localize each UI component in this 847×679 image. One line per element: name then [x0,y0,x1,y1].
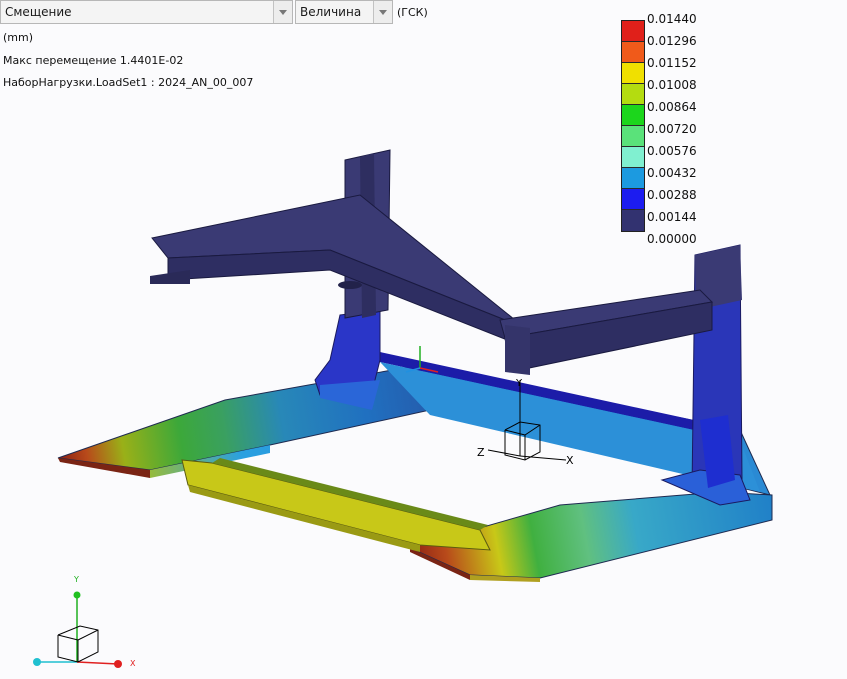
legend-swatch [622,189,644,210]
result-type-select[interactable]: Смещение [0,0,293,24]
legend-label: 0.00000 [647,232,697,246]
legend-swatch [622,84,644,105]
fea-viewport[interactable]: X Z Y Y X [0,0,847,679]
view-axis-y-label: Y [73,575,79,584]
legend-label: 0.00432 [647,166,697,180]
legend-label: 0.00576 [647,144,697,158]
legend-label: 0.00144 [647,210,697,224]
legend-swatch [622,168,644,189]
legend-label: 0.01296 [647,34,697,48]
legend-swatch [622,63,644,84]
legend-swatch [622,42,644,63]
result-type-value: Смещение [5,5,72,19]
view-orientation-triad: Y X [33,575,136,668]
legend-label: 0.00864 [647,100,697,114]
legend-label: 0.01440 [647,12,697,26]
color-legend [621,20,645,232]
chevron-down-icon[interactable] [373,1,392,23]
model-axis-triad: X Z Y [477,378,574,467]
left-post [314,149,391,410]
legend-swatch [622,105,644,126]
legend-swatch [622,147,644,168]
component-select[interactable]: Величина [295,0,393,24]
legend-swatch [622,21,644,42]
component-value: Величина [300,5,362,19]
coordinate-system-label: (ГСК) [397,6,428,19]
legend-swatch [622,126,644,147]
load-set-label: НаборНагрузки.LoadSet1 : 2024_AN_00_007 [3,76,254,89]
model-axis-x-label: X [566,454,574,467]
chevron-down-icon[interactable] [273,1,292,23]
right-post [660,244,751,506]
legend-label: 0.00720 [647,122,697,136]
view-axis-x-label: X [130,659,136,668]
model-axis-y-label: Y [515,378,523,389]
max-displacement-label: Макс перемещение 1.4401E-02 [3,54,184,67]
legend-swatch [622,210,644,231]
base-frame [57,352,773,582]
legend-label: 0.01008 [647,78,697,92]
legend-label: 0.01152 [647,56,697,70]
origin-marker [405,346,439,373]
legend-label: 0.00288 [647,188,697,202]
model-axis-z-label: Z [477,446,485,459]
units-label: (mm) [3,31,34,44]
